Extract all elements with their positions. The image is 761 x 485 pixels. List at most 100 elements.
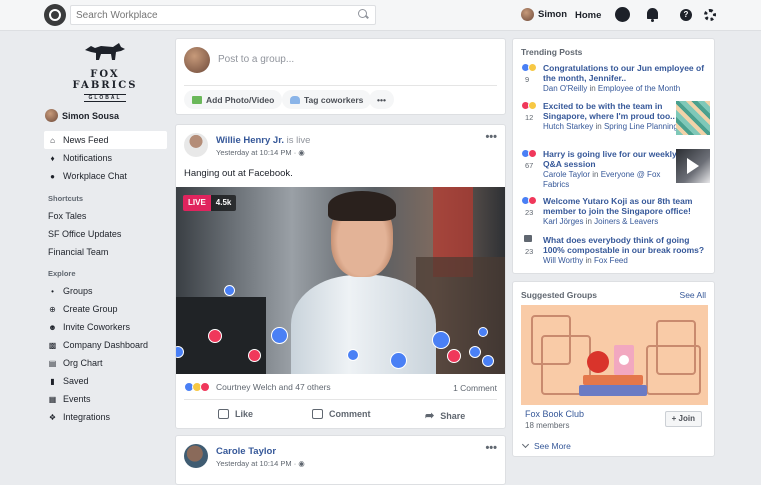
like-button[interactable]: Like <box>218 409 253 419</box>
author-link[interactable]: Will Worthy <box>543 256 583 265</box>
trending-item[interactable]: 12 Excited to be with the team in Singap… <box>519 101 714 137</box>
author-link[interactable]: Karl Jörges <box>543 217 583 226</box>
reactions-text: Courtney Welch and 47 others <box>216 382 331 392</box>
post-thumbnail[interactable] <box>676 101 710 135</box>
post-options-button[interactable]: ••• <box>485 442 497 454</box>
author-link[interactable]: Dan O'Reilly <box>543 84 587 93</box>
post-options-button[interactable]: ••• <box>485 131 497 143</box>
tag-coworkers-button[interactable]: Tag coworkers <box>282 90 372 109</box>
sidebar-item-label: Notifications <box>63 153 113 163</box>
company-brand[interactable]: FOX FABRICS GLOBAL <box>60 40 150 102</box>
add-photo-button[interactable]: Add Photo/Video <box>184 90 283 109</box>
shortcut-sf-office-updates[interactable]: SF Office Updates <box>44 225 167 243</box>
sidebar-item-news-feed[interactable]: ⌂ News Feed <box>44 131 167 149</box>
group-cover-image[interactable] <box>521 305 708 405</box>
like-reaction-icon <box>432 331 450 349</box>
trending-posts-panel: Trending Posts 9 Congratulations to our … <box>512 38 715 274</box>
post-author[interactable]: Willie Henry Jr. is live <box>216 135 310 146</box>
home-link[interactable]: Home <box>575 10 601 21</box>
sidebar-profile[interactable]: Simon Sousa <box>45 109 119 122</box>
post-timestamp[interactable]: Yesterday at 10:14 PM · ◉ <box>216 148 305 157</box>
sidebar-item-company-dashboard[interactable]: ▩ Company Dashboard <box>44 336 167 354</box>
group-link[interactable]: Joiners & Leavers <box>594 217 658 226</box>
group-name[interactable]: Fox Book Club <box>525 409 584 419</box>
reaction-icons <box>521 63 537 72</box>
home-icon: ⌂ <box>50 135 55 145</box>
trending-item-title[interactable]: Excited to be with the team in Singapore… <box>543 101 679 121</box>
trending-item[interactable]: 9 Congratulations to our Jun employee of… <box>519 63 714 99</box>
trending-item-source: Karl Jörges in Joiners & Leavers <box>543 217 688 227</box>
suggested-groups-panel: Suggested Groups See All Fox Book Club 1… <box>512 281 715 457</box>
sidebar-item-integrations[interactable]: ❖ Integrations <box>44 408 167 426</box>
sidebar-item-notifications[interactable]: ♦ Notifications <box>44 149 167 167</box>
book-icon <box>579 385 647 396</box>
see-more-link[interactable]: See More <box>521 440 571 451</box>
bell-icon[interactable] <box>645 7 660 22</box>
sidebar-item-workplace-chat[interactable]: ● Workplace Chat <box>44 167 167 185</box>
reaction-summary[interactable]: Courtney Welch and 47 others <box>184 382 331 392</box>
wow-icon <box>528 101 537 110</box>
search-input[interactable] <box>70 5 376 25</box>
trending-item-title[interactable]: What does everybody think of going 100% … <box>543 235 713 255</box>
sidebar-item-label: Workplace Chat <box>63 171 127 181</box>
composer-input[interactable]: Post to a group... <box>218 54 294 65</box>
org-chart-icon: ▤ <box>48 358 57 368</box>
dashboard-icon: ▩ <box>48 340 57 350</box>
workplace-logo[interactable] <box>44 4 66 26</box>
group-link[interactable]: Employee of the Month <box>598 84 680 93</box>
sidebar-item-groups[interactable]: • Groups <box>44 282 167 300</box>
explore-heading: Explore <box>48 268 76 278</box>
sidebar-item-saved[interactable]: ▮ Saved <box>44 372 167 390</box>
like-reaction-icon <box>271 327 288 344</box>
comment-icon <box>312 409 323 419</box>
illustration-shape <box>646 345 701 395</box>
comment-button[interactable]: Comment <box>312 409 371 419</box>
search-icon[interactable] <box>358 9 367 18</box>
trending-item[interactable]: 67 Harry is going live for our weekly Q&… <box>519 149 714 189</box>
like-reaction-icon <box>469 346 481 358</box>
video-person <box>328 191 396 221</box>
shortcut-financial-team[interactable]: Financial Team <box>44 243 167 261</box>
wow-icon <box>528 63 537 72</box>
trending-item-title[interactable]: Welcome Yutaro Koji as our 8th team memb… <box>543 196 713 216</box>
chat-icon[interactable] <box>615 7 630 22</box>
trending-item-title[interactable]: Harry is going live for our weekly Q&A s… <box>543 149 679 169</box>
share-button[interactable]: ➦ Share <box>425 409 465 422</box>
join-group-button[interactable]: + Join <box>664 411 702 427</box>
profile-link[interactable]: Simon <box>521 8 567 21</box>
author-link[interactable]: Hutch Starkey <box>543 122 593 131</box>
timestamp-text: Yesterday at 10:14 PM · <box>216 459 297 468</box>
sidebar-item-label: Create Group <box>63 304 118 314</box>
sidebar-item-label: Company Dashboard <box>63 340 149 350</box>
like-reaction-icon <box>478 327 488 337</box>
avatar[interactable] <box>184 444 208 468</box>
post-timestamp[interactable]: Yesterday at 10:14 PM · ◉ <box>216 459 305 468</box>
feed-post: Carole Taylor Yesterday at 10:14 PM · ◉ … <box>175 435 506 485</box>
bookmark-icon: ▮ <box>50 376 55 386</box>
suggested-groups-title: Suggested Groups <box>521 290 598 300</box>
author-link[interactable]: Carole Taylor <box>543 170 590 179</box>
composer-more-button[interactable]: ••• <box>369 90 394 109</box>
video-thumbnail[interactable] <box>676 149 710 183</box>
comment-count[interactable]: 1 Comment <box>453 383 497 393</box>
trending-item[interactable]: 23 What does everybody think of going 10… <box>519 235 714 271</box>
divider <box>184 399 497 400</box>
see-all-link[interactable]: See All <box>680 290 706 300</box>
sidebar-item-org-chart[interactable]: ▤ Org Chart <box>44 354 167 372</box>
post-author-name[interactable]: Carole Taylor <box>216 446 276 457</box>
trending-item-source: Hutch Starkey in Spring Line Planning <box>543 122 688 132</box>
live-video[interactable]: LIVE 4.5k <box>176 187 505 374</box>
trending-item[interactable]: 23 Welcome Yutaro Koji as our 8th team m… <box>519 196 714 232</box>
sidebar-item-invite-coworkers[interactable]: ☻ Invite Coworkers <box>44 318 167 336</box>
trending-item-title[interactable]: Congratulations to our Jun employee of t… <box>543 63 713 83</box>
help-icon[interactable]: ? <box>680 9 692 21</box>
group-link[interactable]: Fox Feed <box>594 256 628 265</box>
avatar[interactable] <box>184 133 208 157</box>
sidebar-item-create-group[interactable]: ⊕ Create Group <box>44 300 167 318</box>
group-link[interactable]: Spring Line Planning <box>604 122 678 131</box>
reaction-icons <box>521 149 537 158</box>
trending-item-source: Dan O'Reilly in Employee of the Month <box>543 84 688 94</box>
sidebar-item-events[interactable]: ▦ Events <box>44 390 167 408</box>
shortcut-fox-tales[interactable]: Fox Tales <box>44 207 167 225</box>
gear-icon[interactable] <box>704 9 716 21</box>
